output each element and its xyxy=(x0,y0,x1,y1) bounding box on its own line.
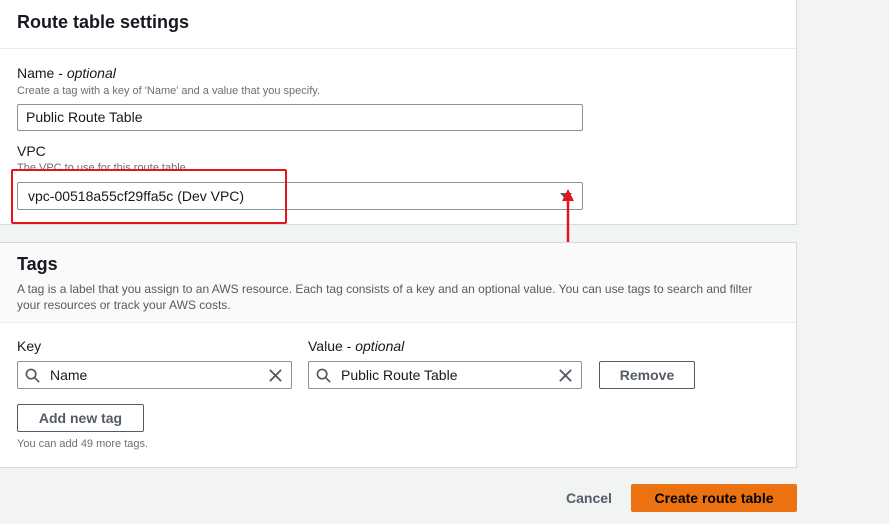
tag-value-input[interactable]: Public Route Table xyxy=(308,361,582,389)
name-field-description: Create a tag with a key of 'Name' and a … xyxy=(17,85,320,97)
tags-title: Tags xyxy=(17,254,58,274)
remove-tag-button[interactable]: Remove xyxy=(599,361,695,389)
clear-icon[interactable] xyxy=(558,368,573,383)
route-settings-header: Route table settings xyxy=(0,0,796,49)
tag-value-value: Public Route Table xyxy=(341,367,458,383)
remaining-tags-note: You can add 49 more tags. xyxy=(17,438,149,450)
name-field-label: Name - optional xyxy=(17,65,116,81)
add-new-tag-button[interactable]: Add new tag xyxy=(17,404,144,432)
search-icon xyxy=(25,368,40,383)
vpc-field-label: VPC xyxy=(17,143,46,159)
name-optional-text: optional xyxy=(66,65,116,81)
route-settings-title: Route table settings xyxy=(17,12,190,32)
tags-header: Tags A tag is a label that you assign to… xyxy=(0,243,796,323)
annotation-arrow-head xyxy=(562,189,574,201)
value-label-text: Value xyxy=(308,338,343,354)
search-icon xyxy=(316,368,331,383)
cancel-button[interactable]: Cancel xyxy=(566,490,612,506)
tags-description: A tag is a label that you assign to an A… xyxy=(17,282,753,312)
clear-icon[interactable] xyxy=(268,368,283,383)
tag-key-input[interactable]: Name xyxy=(17,361,292,389)
annotation-highlight-box xyxy=(11,169,287,224)
tag-key-value: Name xyxy=(50,367,88,383)
value-column-label: Value - optional xyxy=(308,338,405,354)
name-label-text: Name xyxy=(17,65,55,81)
key-column-label: Key xyxy=(17,338,42,354)
create-route-table-button[interactable]: Create route table xyxy=(631,484,797,512)
value-optional-text: optional xyxy=(355,338,405,354)
name-input[interactable]: Public Route Table xyxy=(17,104,583,131)
tags-panel: Tags A tag is a label that you assign to… xyxy=(0,242,797,468)
